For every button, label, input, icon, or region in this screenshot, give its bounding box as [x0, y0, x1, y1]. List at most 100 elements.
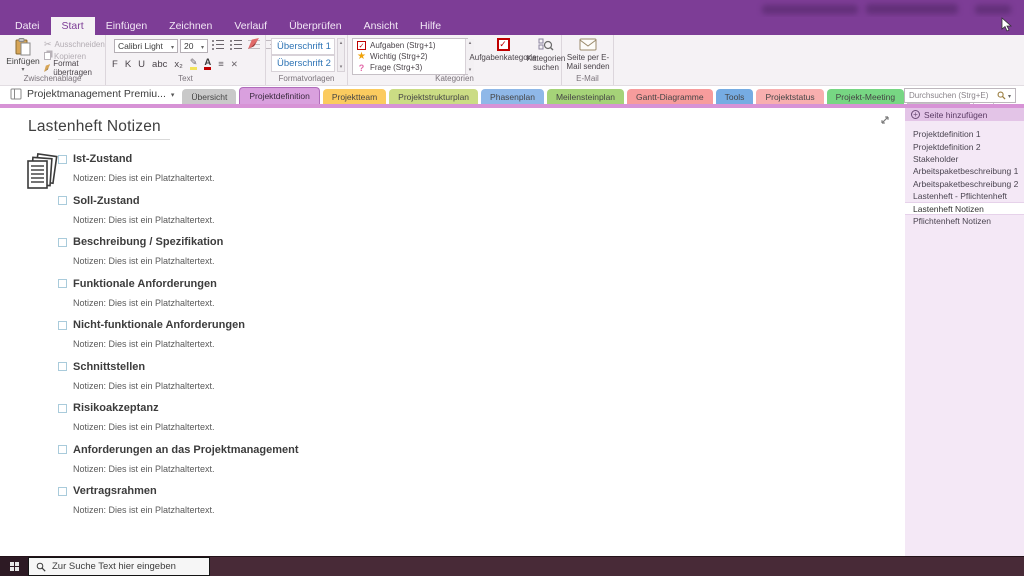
- font-name-select[interactable]: Calibri Light: [114, 39, 178, 53]
- section-tab[interactable]: Projektdefinition: [239, 87, 320, 104]
- task-category-button[interactable]: Aufgabenkategorie: [469, 38, 537, 62]
- menu-tab[interactable]: Überprüfen: [278, 17, 353, 35]
- section-note[interactable]: Notizen: Dies ist ein Platzhaltertext.: [73, 298, 678, 308]
- text-format-buttons: F K Uabc x₂ ✎ A: [112, 58, 238, 70]
- redacted-title-text: [975, 5, 1011, 14]
- text-format-button[interactable]: F: [112, 59, 118, 70]
- category-item[interactable]: Wichtig (Strg+2): [353, 51, 467, 62]
- notebook-selector[interactable]: Projektmanagement Premiu...: [0, 86, 182, 104]
- todo-checkbox[interactable]: [58, 403, 67, 413]
- section-heading[interactable]: Soll-Zustand: [73, 195, 140, 207]
- add-page-button[interactable]: + Seite hinzufügen: [905, 108, 1024, 121]
- dropdown-arrow-icon: ▾: [21, 67, 25, 73]
- text-format-button[interactable]: abc: [152, 59, 167, 70]
- todo-checkbox[interactable]: [58, 486, 67, 496]
- text-format-button[interactable]: K: [125, 59, 131, 70]
- section-tab[interactable]: Gantt-Diagramme: [627, 89, 713, 104]
- page-canvas[interactable]: Lastenheft Notizen Ist-Zustand Notizen: …: [0, 108, 905, 556]
- styles-scrollbar[interactable]: ▴ ▾: [337, 38, 345, 72]
- category-item[interactable]: Frage (Strg+3): [353, 62, 467, 73]
- section-note[interactable]: Notizen: Dies ist ein Platzhaltertext.: [73, 422, 678, 432]
- section-heading[interactable]: Risikoakzeptanz: [73, 402, 159, 414]
- send-page-email-button[interactable]: Seite per E-Mail senden: [565, 38, 611, 71]
- page-list-item[interactable]: Lastenheft - Pflichtenheft: [905, 190, 1024, 202]
- todo-checkbox[interactable]: [58, 320, 67, 330]
- page-list-item[interactable]: Arbeitspaketbeschreibung 1: [905, 165, 1024, 177]
- section-tabs: Übersicht Projektdefinition Projektteam …: [182, 87, 995, 104]
- section-heading[interactable]: Vertragsrahmen: [73, 485, 157, 497]
- section-note[interactable]: Notizen: Dies ist ein Platzhaltertext.: [73, 173, 678, 183]
- section-tab[interactable]: Tools: [715, 89, 754, 104]
- paste-button[interactable]: Einfügen ▾: [6, 38, 40, 74]
- menu-tab[interactable]: Verlauf: [223, 17, 278, 35]
- page-list-item[interactable]: Stakeholder: [905, 153, 1024, 165]
- todo-checkbox[interactable]: [58, 196, 67, 205]
- page-list-item[interactable]: Pflichtenheft Notizen: [905, 215, 1024, 227]
- dropdown-arrow-icon: [201, 41, 204, 51]
- paste-label: Einfügen: [6, 56, 40, 66]
- font-size-select[interactable]: 20: [180, 39, 208, 53]
- section-tab[interactable]: Projekt-Meeting: [826, 89, 905, 104]
- category-item[interactable]: Aufgaben (Strg+1): [353, 40, 467, 51]
- section-note[interactable]: Notizen: Dies ist ein Platzhaltertext.: [73, 381, 678, 391]
- style-heading1[interactable]: Überschrift 1: [271, 38, 335, 55]
- page-list-item[interactable]: Projektdefinition 1: [905, 128, 1024, 140]
- section-heading[interactable]: Ist-Zustand: [73, 153, 132, 165]
- section-note[interactable]: Notizen: Dies ist ein Platzhaltertext.: [73, 464, 678, 474]
- paragraph-align-icon[interactable]: [218, 59, 224, 70]
- section-tab[interactable]: Meilensteinplan: [546, 89, 625, 104]
- dropdown-arrow-icon: [171, 88, 175, 100]
- font-color-icon[interactable]: A: [204, 58, 212, 70]
- taskbar-search-input[interactable]: Zur Suche Text hier eingeben: [28, 557, 210, 576]
- section-note[interactable]: Notizen: Dies ist ein Platzhaltertext.: [73, 215, 678, 225]
- todo-checkbox[interactable]: [58, 237, 67, 247]
- page-list-item[interactable]: Lastenheft Notizen: [905, 202, 1024, 215]
- category-list[interactable]: ▴▾ Aufgaben (Strg+1) Wichtig (Strg+2) Fr…: [352, 38, 474, 75]
- notebook-search-box[interactable]: Durchsuchen (Strg+E): [904, 88, 1016, 103]
- section-heading[interactable]: Nicht-funktionale Anforderungen: [73, 319, 245, 331]
- find-categories-button[interactable]: Kategorien suchen: [526, 38, 566, 72]
- section-tab[interactable]: Projektstrukturplan: [389, 89, 479, 104]
- numbered-list-icon[interactable]: [230, 39, 242, 51]
- outline-section: Nicht-funktionale Anforderungen Notizen:…: [58, 319, 678, 349]
- todo-checkbox[interactable]: [58, 362, 67, 371]
- clear-formatting-icon[interactable]: [231, 59, 238, 70]
- style-heading2[interactable]: Überschrift 2: [271, 55, 335, 72]
- page-list-item[interactable]: Arbeitspaketbeschreibung 2: [905, 178, 1024, 190]
- search-placeholder: Durchsuchen (Strg+E): [909, 91, 989, 100]
- menu-tab[interactable]: Ansicht: [353, 17, 409, 35]
- styles-group: Überschrift 1 Überschrift 2 ▴ ▾ Formatvor…: [266, 35, 348, 85]
- menu-tab[interactable]: Zeichnen: [158, 17, 223, 35]
- bullet-list-icon[interactable]: [212, 39, 224, 51]
- text-format-button[interactable]: x₂: [174, 59, 182, 70]
- cut-button: ✂ Ausschneiden: [44, 38, 105, 49]
- categories-group-label: Kategorien: [435, 74, 474, 83]
- section-heading[interactable]: Schnittstellen: [73, 361, 145, 373]
- format-painter-button[interactable]: Format übertragen: [44, 59, 105, 77]
- menu-tab[interactable]: Start: [50, 17, 95, 35]
- todo-checkbox[interactable]: [58, 279, 67, 288]
- text-format-button[interactable]: U: [138, 59, 145, 70]
- section-note[interactable]: Notizen: Dies ist ein Platzhaltertext.: [73, 256, 678, 266]
- highlight-color-icon[interactable]: ✎: [189, 58, 198, 70]
- section-note[interactable]: Notizen: Dies ist ein Platzhaltertext.: [73, 339, 678, 349]
- page-list-item[interactable]: Projektdefinition 2: [905, 140, 1024, 152]
- section-tab[interactable]: Projektteam: [322, 89, 387, 104]
- section-tab[interactable]: Phasenplan: [481, 89, 544, 104]
- section-tab[interactable]: Übersicht: [182, 89, 237, 104]
- expand-icon[interactable]: [879, 113, 891, 131]
- menu-tab[interactable]: Hilfe: [409, 17, 452, 35]
- section-heading[interactable]: Beschreibung / Spezifikation: [73, 236, 223, 248]
- page-title[interactable]: Lastenheft Notizen: [28, 118, 161, 136]
- todo-checkbox[interactable]: [58, 445, 67, 454]
- todo-checkbox[interactable]: [58, 154, 67, 164]
- start-button[interactable]: [0, 557, 28, 576]
- menu-tab[interactable]: Datei: [4, 17, 51, 35]
- section-heading[interactable]: Anforderungen an das Projektmanagement: [73, 444, 299, 456]
- outline-section: Beschreibung / Spezifikation Notizen: Di…: [58, 236, 678, 266]
- section-tab[interactable]: Projektstatus: [756, 89, 824, 104]
- task-checkbox-icon: [496, 38, 510, 51]
- menu-tab[interactable]: Einfügen: [95, 17, 158, 35]
- section-heading[interactable]: Funktionale Anforderungen: [73, 278, 217, 290]
- section-note[interactable]: Notizen: Dies ist ein Platzhaltertext.: [73, 505, 678, 515]
